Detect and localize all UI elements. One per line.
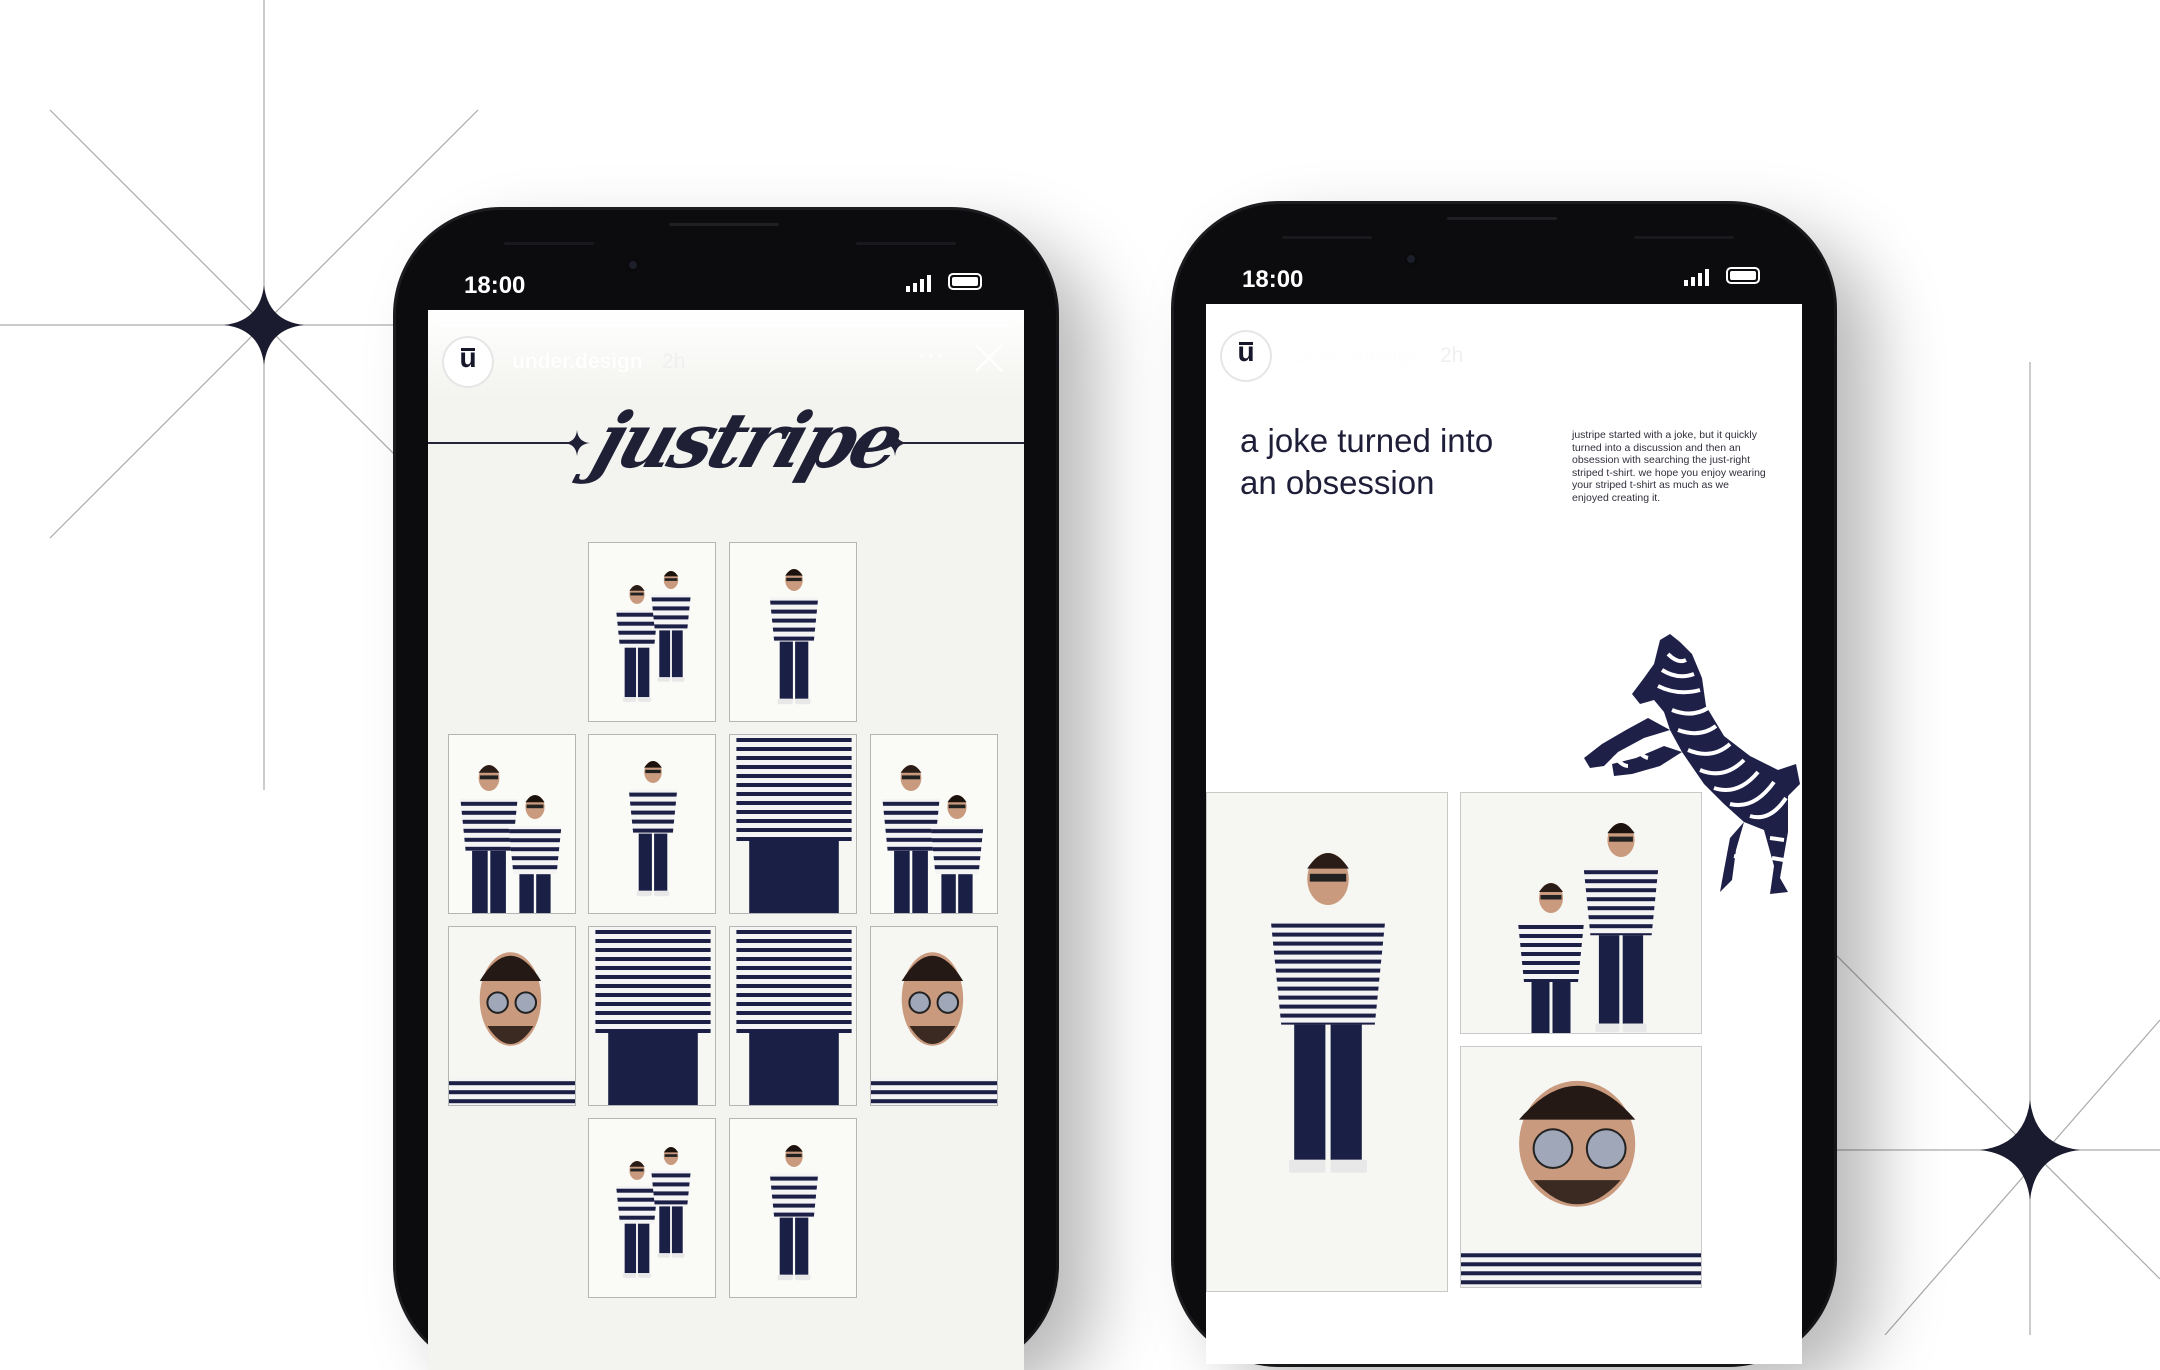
story-age: 2h: [662, 350, 686, 373]
photo-tile: [448, 734, 576, 914]
photo-tile: [588, 1118, 716, 1298]
background-decoration: [0, 0, 2160, 1335]
headline-line-2: an obsession: [1240, 464, 1435, 501]
close-icon[interactable]: [1751, 336, 1783, 368]
photo-tile: [448, 926, 576, 1106]
collage-photo: [1206, 792, 1448, 1292]
wordmark-text: justripe: [583, 396, 912, 485]
story-username[interactable]: under.design: [1290, 344, 1421, 368]
story-username[interactable]: under.design: [512, 350, 643, 374]
photo-tile: [729, 1118, 857, 1298]
story-headline: a joke turned into an obsession: [1240, 420, 1540, 504]
signal-icon: [1684, 269, 1709, 286]
photo-tile: [588, 542, 716, 722]
photo-tile: [729, 734, 857, 914]
photo-tile: [729, 926, 857, 1106]
status-time: 18:00: [1242, 266, 1304, 293]
story-progress-bar: [1220, 318, 1788, 321]
sparkle-star-icon: [564, 430, 590, 456]
photo-tile: [588, 734, 716, 914]
story-screen-left: ū under.design 2h ··· justripe: [428, 310, 1024, 1370]
close-icon[interactable]: [973, 342, 1005, 374]
avatar[interactable]: ū: [1222, 332, 1270, 380]
status-bar: 18:00: [1174, 204, 1834, 304]
story-age: 2h: [1440, 344, 1464, 367]
story-progress-bar: [442, 324, 1010, 327]
battery-icon: [1726, 267, 1760, 284]
photo-tile: [870, 926, 998, 1106]
photo-tile: [870, 734, 998, 914]
sparkle-star-icon: [224, 285, 304, 365]
more-icon[interactable]: ···: [918, 342, 945, 370]
photo-tile: [729, 542, 857, 722]
photo-tile: [588, 926, 716, 1106]
story-screen-right: ū under.design 2h ··· a joke turned into…: [1206, 304, 1802, 1364]
avatar-letter: ū: [1237, 336, 1255, 367]
phone-mockup-left: 18:00 ū under.design 2h ··· justripe: [396, 210, 1056, 1370]
avatar-letter: ū: [459, 342, 477, 373]
brand-wordmark: justripe: [428, 390, 1024, 490]
status-bar: 18:00: [396, 210, 1056, 310]
collage-photo: [1460, 1046, 1702, 1288]
more-icon[interactable]: ···: [1696, 336, 1723, 364]
sparkle-star-icon: [1980, 1100, 2080, 1200]
status-time: 18:00: [464, 272, 526, 299]
battery-icon: [948, 273, 982, 290]
phone-mockup-right: 18:00 ū under.design 2h ··· a joke turne…: [1174, 204, 1834, 1364]
signal-icon: [906, 275, 931, 292]
headline-line-1: a joke turned into: [1240, 422, 1494, 459]
collage-photo: [1460, 792, 1702, 1034]
avatar[interactable]: ū: [444, 338, 492, 386]
story-blurb: justripe started with a joke, but it qui…: [1572, 429, 1766, 504]
